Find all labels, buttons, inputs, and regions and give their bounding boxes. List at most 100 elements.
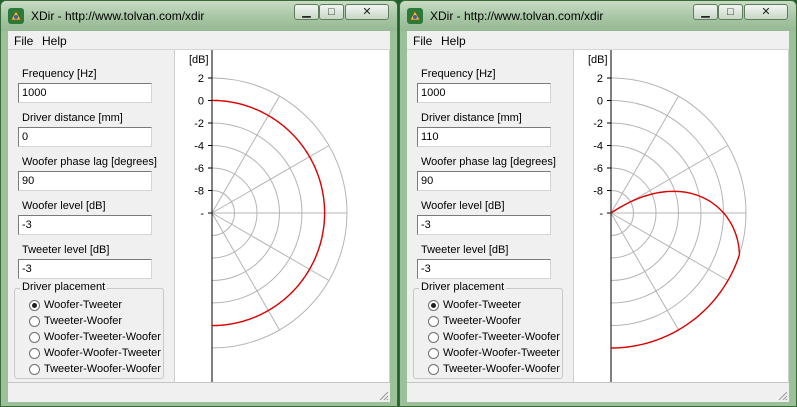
placement-radio[interactable]: Tweeter-Woofer [29,314,122,328]
tweeter-level-input[interactable] [417,259,551,279]
close-button[interactable]: ✕ [345,4,389,20]
resize-grip-icon[interactable] [377,389,389,401]
placement-radio[interactable]: Woofer-Tweeter [428,298,521,312]
radio-circle-icon[interactable] [428,299,439,311]
placement-label: Tweeter-Woofer-Woofer [44,363,161,375]
phase-label: Woofer phase lag [degrees] [22,156,157,168]
distance-label: Driver distance [mm] [421,112,522,124]
tick-label: - [599,208,603,220]
driver-placement-group: Driver placement Woofer-Tweeter Tweeter-… [14,281,164,379]
placement-label: Woofer-Tweeter [44,299,123,311]
grid-spoke [211,95,280,214]
menu-help[interactable]: Help [441,34,466,48]
grid-spoke [211,212,280,331]
tweeter-level-label: Tweeter level [dB] [22,244,110,256]
title-bar[interactable]: XDir - http://www.tolvan.com/xdir ▁ □ ✕ [400,1,796,31]
xdir-app-icon [8,8,24,24]
tick-label: -4 [194,141,204,153]
placement-radio[interactable]: Woofer-Woofer-Tweeter [29,346,161,360]
status-bar [407,382,789,402]
tick-label: -2 [194,118,204,130]
radio-circle-icon[interactable] [29,299,40,311]
tick-label: -2 [593,118,603,130]
close-button[interactable]: ✕ [744,4,788,20]
tick-label: 2 [198,73,204,85]
distance-input[interactable] [18,127,152,147]
frequency-label: Frequency [Hz] [421,68,496,80]
polar-ticks: 2 0 -2 -4 -6 -8 - [593,73,611,220]
tick-label: - [200,208,204,220]
window-title: XDir - http://www.tolvan.com/xdir [31,9,205,23]
placement-label: Tweeter-Woofer [443,315,522,327]
radio-circle-icon[interactable] [29,347,40,359]
db-unit-label: [dB] [189,54,209,66]
window-title: XDir - http://www.tolvan.com/xdir [430,9,604,23]
radio-circle-icon[interactable] [428,331,439,343]
polar-plot-svg: 2 0 -2 -4 -6 -8 - [dB] [588,50,747,382]
driver-placement-title: Driver placement [419,281,507,293]
grid-spoke [211,212,330,281]
tick-label: -4 [593,141,603,153]
driver-placement-group: Driver placement Woofer-Tweeter Tweeter-… [413,281,563,379]
woofer-level-label: Woofer level [dB] [421,200,505,212]
phase-input[interactable] [18,171,152,191]
radio-circle-icon[interactable] [428,347,439,359]
menu-help[interactable]: Help [42,34,67,48]
polar-plot: 2 0 -2 -4 -6 -8 - [dB] [174,50,390,382]
placement-label: Woofer-Tweeter-Woofer [44,331,161,343]
placement-radio[interactable]: Tweeter-Woofer [428,314,521,328]
client-area: Frequency [Hz] Driver distance [mm] Woof… [8,50,390,382]
woofer-level-input[interactable] [417,215,551,235]
tick-label: -6 [593,163,603,175]
placement-radio[interactable]: Woofer-Woofer-Tweeter [428,346,560,360]
driver-placement-title: Driver placement [20,281,108,293]
grid-spoke [610,212,729,281]
title-bar[interactable]: XDir - http://www.tolvan.com/xdir ▁ □ ✕ [1,1,397,31]
placement-radio[interactable]: Woofer-Tweeter [29,298,122,312]
minimize-button[interactable]: ▁ [294,4,319,20]
distance-input[interactable] [417,127,551,147]
status-bar [8,382,390,402]
frequency-label: Frequency [Hz] [22,68,97,80]
grid-spoke [610,212,679,331]
frequency-input[interactable] [417,83,551,103]
minimize-button[interactable]: ▁ [693,4,718,20]
polar-ticks: 2 0 -2 -4 -6 -8 - [194,73,212,220]
placement-label: Woofer-Tweeter [443,299,522,311]
woofer-level-label: Woofer level [dB] [22,200,106,212]
radio-circle-icon[interactable] [29,363,40,375]
tick-label: 0 [198,96,204,108]
menu-file[interactable]: File [413,34,432,48]
placement-radio[interactable]: Woofer-Tweeter-Woofer [29,330,161,344]
placement-label: Woofer-Woofer-Tweeter [443,347,560,359]
frequency-input[interactable] [18,83,152,103]
menu-bar: File Help [407,31,789,50]
grid-spoke [211,145,330,214]
tick-label: -8 [593,186,603,198]
tweeter-level-label: Tweeter level [dB] [421,244,509,256]
maximize-button[interactable]: □ [319,4,344,20]
resize-grip-icon[interactable] [776,389,788,401]
placement-label: Woofer-Tweeter-Woofer [443,331,560,343]
phase-input[interactable] [417,171,551,191]
placement-radio[interactable]: Woofer-Tweeter-Woofer [428,330,560,344]
tick-label: -6 [194,163,204,175]
menu-file[interactable]: File [14,34,33,48]
radio-circle-icon[interactable] [428,315,439,327]
placement-radio[interactable]: Tweeter-Woofer-Woofer [29,362,161,376]
db-unit-label: [dB] [588,54,608,66]
radio-circle-icon[interactable] [29,331,40,343]
phase-label: Woofer phase lag [degrees] [421,156,556,168]
tick-label: 0 [597,96,603,108]
client-area: Frequency [Hz] Driver distance [mm] Woof… [407,50,789,382]
radio-circle-icon[interactable] [428,363,439,375]
tick-label: 2 [597,73,603,85]
placement-radio[interactable]: Tweeter-Woofer-Woofer [428,362,560,376]
woofer-level-input[interactable] [18,215,152,235]
tweeter-level-input[interactable] [18,259,152,279]
radio-circle-icon[interactable] [29,315,40,327]
tick-label: -8 [194,186,204,198]
placement-label: Woofer-Woofer-Tweeter [44,347,161,359]
xdir-window-left: XDir - http://www.tolvan.com/xdir ▁ □ ✕ … [0,0,398,407]
maximize-button[interactable]: □ [718,4,743,20]
